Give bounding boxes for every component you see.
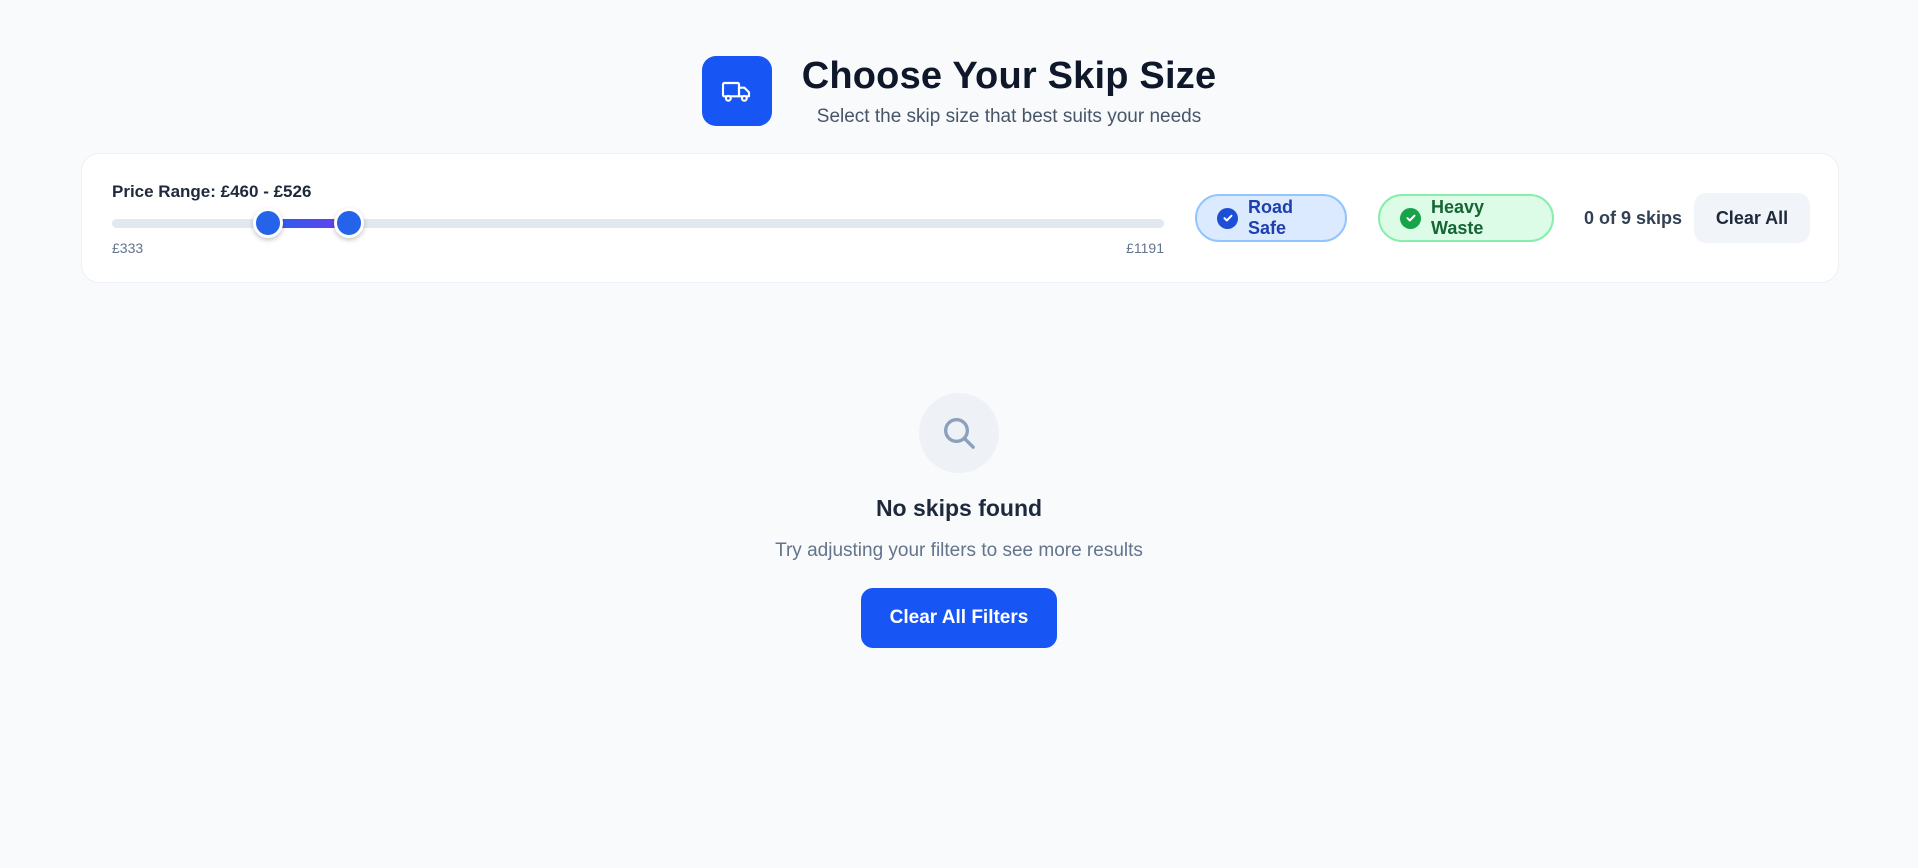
slider-min-handle[interactable] bbox=[252, 208, 283, 238]
truck-logo bbox=[701, 56, 772, 126]
road-safe-filter-chip[interactable]: Road Safe bbox=[1195, 194, 1347, 242]
truck-icon bbox=[721, 81, 750, 102]
price-range-slider[interactable] bbox=[112, 208, 1164, 238]
page-header: Choose Your Skip Size Select the skip si… bbox=[0, 54, 1918, 128]
clear-all-button[interactable]: Clear All bbox=[1694, 193, 1810, 243]
title-group: Choose Your Skip Size Select the skip si… bbox=[802, 54, 1217, 128]
search-icon bbox=[944, 418, 975, 449]
range-min-label: £333 bbox=[112, 240, 144, 256]
price-range-label: Price Range: £460 - £526 bbox=[112, 182, 312, 201]
header-inner: Choose Your Skip Size Select the skip si… bbox=[701, 54, 1217, 128]
empty-state-icon-container bbox=[919, 393, 999, 473]
road-safe-label: Road Safe bbox=[1248, 197, 1293, 238]
heavy-waste-filter-chip[interactable]: Heavy Waste bbox=[1378, 194, 1554, 242]
empty-state: No skips found Try adjusting your filter… bbox=[0, 393, 1918, 648]
results-count: 0 of 9 skips bbox=[1584, 208, 1683, 228]
heavy-waste-label: Heavy Waste bbox=[1431, 197, 1485, 238]
empty-state-title: No skips found bbox=[875, 495, 1043, 521]
range-max-label: £1191 bbox=[1126, 240, 1164, 256]
page-subtitle: Select the skip size that best suits you… bbox=[816, 106, 1202, 127]
slider-max-handle[interactable] bbox=[333, 208, 364, 238]
check-circle-icon bbox=[1217, 207, 1238, 229]
filter-bar: Price Range: £460 - £526 £333 £1191 Road… bbox=[81, 153, 1839, 283]
empty-state-message: Try adjusting your filters to see more r… bbox=[775, 540, 1143, 561]
clear-all-filters-button[interactable]: Clear All Filters bbox=[861, 588, 1057, 648]
check-circle-icon bbox=[1400, 207, 1421, 229]
page-title: Choose Your Skip Size bbox=[801, 55, 1217, 97]
